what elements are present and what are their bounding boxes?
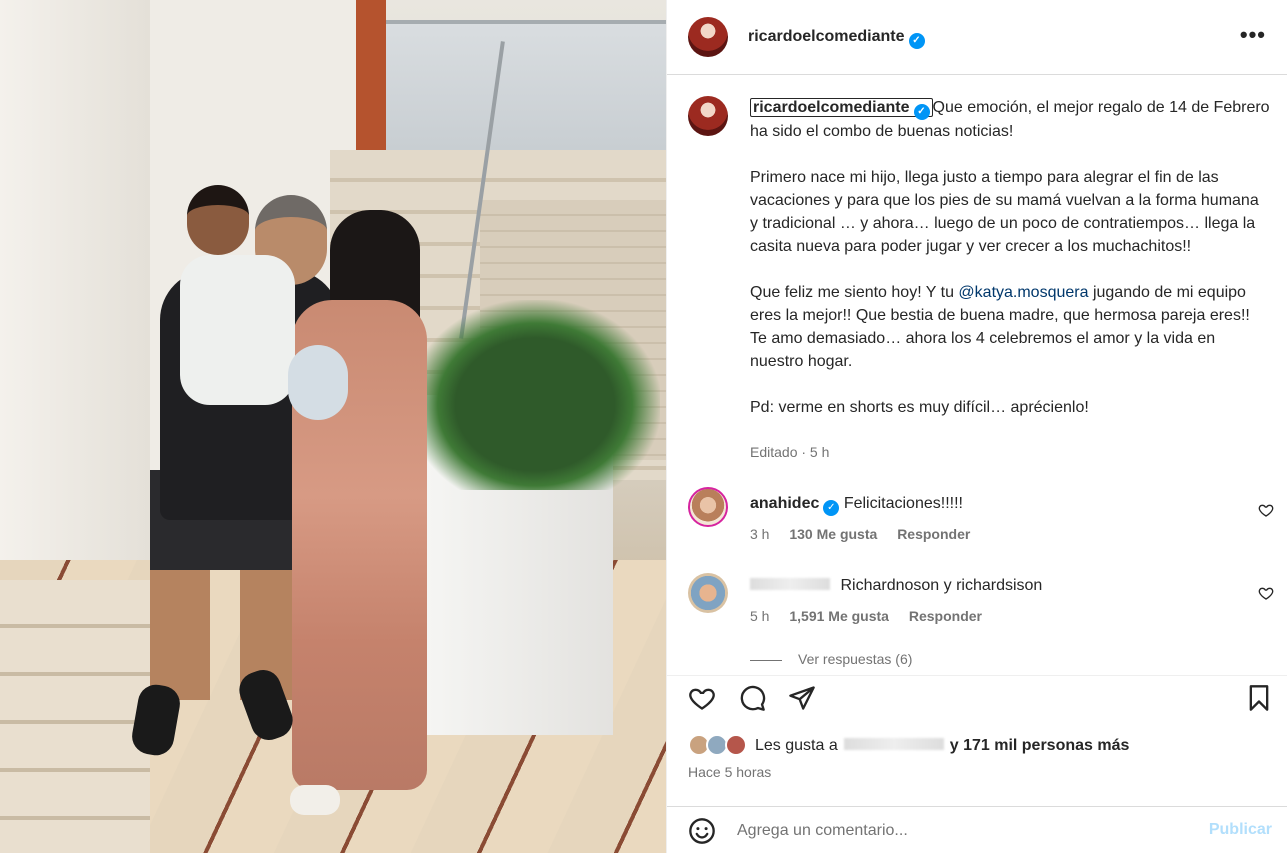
share-icon[interactable] bbox=[788, 684, 816, 712]
photo-plant bbox=[410, 300, 660, 490]
photo-glass-railing bbox=[386, 20, 666, 150]
bookmark-icon[interactable] bbox=[1245, 684, 1273, 712]
comment-meta: 5 h 1,591 Me gusta Responder bbox=[750, 608, 998, 624]
edited-timestamp: Editado · 5 h bbox=[750, 444, 830, 460]
heart-icon[interactable] bbox=[688, 684, 716, 712]
reply-button[interactable]: Responder bbox=[897, 526, 970, 542]
comment-time: 3 h bbox=[750, 526, 770, 542]
emoji-icon[interactable] bbox=[688, 817, 716, 845]
caption-avatar[interactable] bbox=[688, 96, 728, 136]
verified-icon: ✓ bbox=[913, 104, 930, 120]
comment-icon[interactable] bbox=[738, 684, 766, 712]
comment-time: 5 h bbox=[750, 608, 770, 624]
commenter-avatar[interactable] bbox=[688, 487, 728, 527]
author-avatar[interactable] bbox=[688, 17, 728, 57]
author-username[interactable]: ricardoelcomediante ✓ bbox=[748, 28, 925, 49]
post-time: Hace 5 horas bbox=[688, 764, 772, 780]
add-comment-bar: Publicar bbox=[667, 806, 1287, 853]
reply-button[interactable]: Responder bbox=[909, 608, 982, 624]
verified-icon: ✓ bbox=[908, 33, 925, 49]
post-header: ricardoelcomediante ✓ ••• bbox=[667, 0, 1287, 75]
caption-paragraph: Que feliz me siento hoy! Y tu @katya.mos… bbox=[750, 284, 1250, 370]
photo-door bbox=[356, 0, 386, 165]
comment-body: Richardnoson y richardsison bbox=[840, 577, 1043, 594]
caption-paragraph: Pd: verme en shorts es muy difícil… apré… bbox=[750, 399, 1089, 416]
photo-sandal bbox=[290, 785, 340, 815]
photo-pillar bbox=[0, 0, 150, 630]
comment-meta: 3 h 130 Me gusta Responder bbox=[750, 526, 986, 542]
photo-baby bbox=[288, 345, 348, 420]
photo-steps bbox=[0, 580, 150, 853]
mention-link[interactable]: @katya.mosquera bbox=[958, 284, 1088, 301]
likes-summary[interactable]: Les gusta ay 171 mil personas más bbox=[755, 737, 1129, 755]
comment-text: Richardnoson y richardsison bbox=[750, 577, 1042, 595]
heart-icon[interactable] bbox=[1258, 502, 1274, 518]
publish-button[interactable]: Publicar bbox=[1209, 821, 1272, 839]
comment-likes[interactable]: 1,591 Me gusta bbox=[789, 608, 889, 624]
post-photo[interactable] bbox=[0, 0, 666, 853]
caption-paragraph: Primero nace mi hijo, llega justo a tiem… bbox=[750, 169, 1259, 255]
blurred-username bbox=[750, 578, 830, 590]
comment-likes[interactable]: 130 Me gusta bbox=[789, 526, 877, 542]
more-icon[interactable]: ••• bbox=[1240, 22, 1266, 48]
blurred-username bbox=[843, 738, 944, 750]
liker-avatar bbox=[724, 734, 747, 756]
comment-text: anahidec ✓ Felicitaciones!!!!! bbox=[750, 495, 963, 516]
caption-username[interactable]: ricardoelcomediante ✓ bbox=[750, 98, 933, 120]
post-panel: ricardoelcomediante ✓ ••• ricardoelcomedi… bbox=[666, 0, 1287, 853]
comment-input[interactable] bbox=[737, 817, 1187, 845]
photo-child bbox=[180, 255, 295, 405]
liked-by-avatars[interactable] bbox=[688, 734, 747, 756]
commenter-avatar[interactable] bbox=[688, 573, 728, 613]
comment-body: Felicitaciones!!!!! bbox=[843, 495, 963, 512]
verified-icon: ✓ bbox=[823, 500, 840, 516]
heart-icon[interactable] bbox=[1258, 585, 1274, 601]
caption-text: ricardoelcomediante ✓ Que emoción, el mejo… bbox=[750, 96, 1270, 442]
replies-line bbox=[750, 659, 782, 661]
photo-child-head bbox=[187, 185, 249, 255]
view-replies-button[interactable]: Ver respuestas (6) bbox=[750, 651, 912, 667]
commenter-username[interactable]: anahidec bbox=[750, 495, 819, 512]
